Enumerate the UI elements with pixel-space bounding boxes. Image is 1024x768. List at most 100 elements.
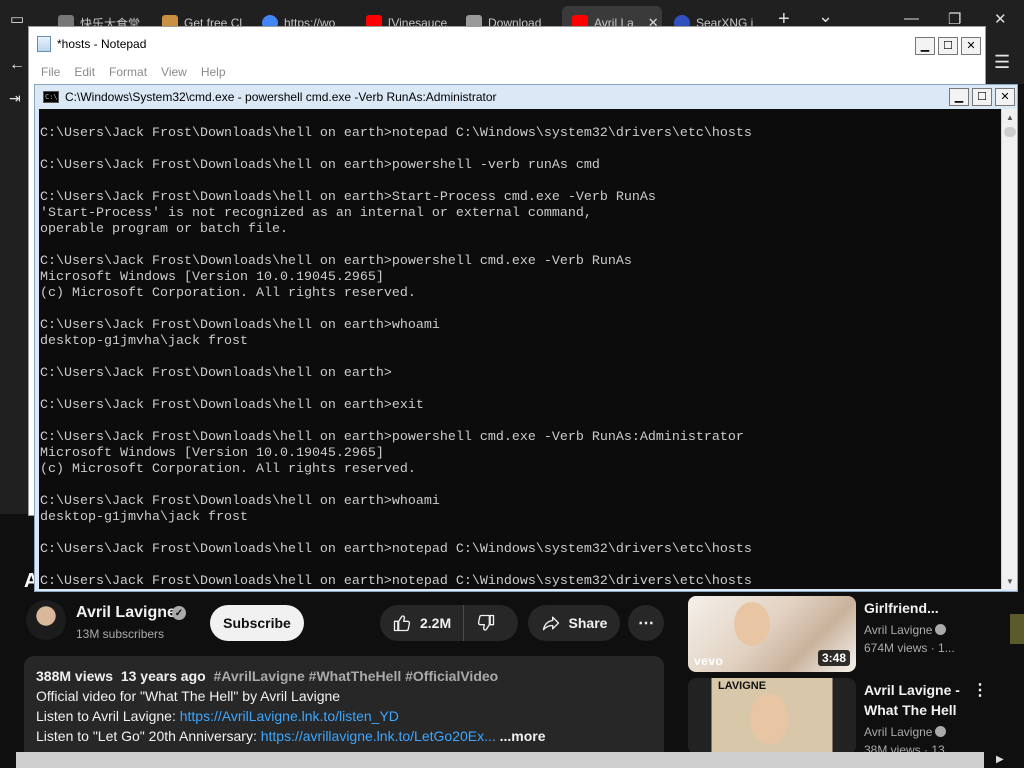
cmd-line: C:\Users\Jack Frost\Downloads\hell on ea… — [40, 494, 440, 509]
recommendation-2-title-line-1[interactable]: Avril Lavigne - — [864, 680, 960, 700]
menu-format[interactable]: Format — [109, 65, 147, 79]
scroll-thumb[interactable] — [1004, 127, 1016, 137]
subscribe-button[interactable]: Subscribe — [210, 605, 304, 641]
description-line-1: Official video for "What The Hell" by Av… — [36, 688, 341, 704]
recommendation-2-title-line-2[interactable]: What The Hell — [864, 700, 957, 720]
tab-list-icon[interactable]: ⌄ — [818, 6, 833, 27]
menu-file[interactable]: File — [41, 65, 60, 79]
thumbs-down-icon — [478, 614, 495, 631]
cmd-line — [40, 382, 752, 398]
like-dislike-group: 2.2M — [380, 605, 518, 641]
sign-in-icon[interactable]: ⇥ — [9, 90, 21, 107]
cmd-output: C:\Users\Jack Frost\Downloads\hell on ea… — [40, 110, 752, 589]
youtube-page: Avril Lavigne ✓ 13M subscribers Subscrib… — [0, 592, 1024, 768]
notepad-close-icon[interactable]: ✕ — [961, 37, 981, 55]
notepad-titlebar[interactable]: *hosts - Notepad — [29, 27, 985, 61]
verified-icon — [935, 624, 947, 635]
back-arrow-icon[interactable]: ← — [9, 56, 25, 74]
cmd-minimize-icon[interactable]: ▁ — [949, 88, 969, 106]
notepad-menubar: File Edit Format View Help — [29, 61, 985, 83]
cmd-line: operable program or batch file. — [40, 222, 288, 237]
kebab-menu-icon[interactable]: ⋮ — [972, 680, 988, 700]
cmd-line: C:\Users\Jack Frost\Downloads\hell on ea… — [40, 398, 424, 413]
cmd-line: C:\Users\Jack Frost\Downloads\hell on ea… — [40, 254, 632, 269]
scroll-up-icon[interactable]: ▲ — [1002, 109, 1018, 125]
thumbnail-face — [734, 602, 770, 646]
recommendation-2-thumbnail[interactable]: LAVIGNE — [688, 678, 856, 754]
listen-link[interactable]: https://AvrilLavigne.lnk.to/listen_YD — [180, 708, 399, 724]
cmd-line — [40, 110, 752, 126]
share-button[interactable]: Share — [528, 605, 620, 641]
cmd-window: C:\ C:\Windows\System32\cmd.exe - powers… — [34, 84, 1018, 592]
workspaces-icon[interactable]: ▭ — [10, 10, 24, 28]
menu-view[interactable]: View — [161, 65, 187, 79]
more-actions-icon[interactable]: ⋯ — [628, 605, 664, 641]
cmd-line: C:\Users\Jack Frost\Downloads\hell on ea… — [40, 318, 440, 333]
show-more-button[interactable]: ...more — [500, 728, 546, 744]
recommendation-1-channel: Avril Lavigne — [864, 623, 947, 637]
cmd-line: C:\Users\Jack Frost\Downloads\hell on ea… — [40, 542, 752, 557]
cmd-line — [40, 142, 752, 158]
desktop-screen: ▭ 快乐大食堂 Get free Cl https://wo [Vinesauc… — [0, 0, 1024, 768]
notepad-caption-buttons: ▁ ☐ ✕ — [915, 37, 981, 55]
cmd-caption-buttons: ▁ ☐ ✕ — [949, 88, 1015, 106]
cmd-line — [40, 174, 752, 190]
notepad-minimize-icon[interactable]: ▁ — [915, 37, 935, 55]
recommendation-2-channel: Avril Lavigne — [864, 725, 947, 739]
cmd-line — [40, 414, 752, 430]
cmd-line — [40, 302, 752, 318]
recommendation-1-channel-name: Avril Lavigne — [864, 623, 933, 637]
cmd-titlebar[interactable]: C:\ C:\Windows\System32\cmd.exe - powers… — [35, 85, 1017, 109]
cmd-scrollbar[interactable]: ▲ ▼ — [1001, 109, 1017, 589]
subscriber-count: 13M subscribers — [76, 627, 165, 641]
thumbs-up-icon — [393, 615, 411, 632]
recommendation-2[interactable]: LAVIGNE Avril Lavigne - What The Hell Av… — [688, 678, 1018, 758]
cmd-line: 'Start-Process' is not recognized as an … — [40, 206, 592, 221]
menu-edit[interactable]: Edit — [74, 65, 95, 79]
cmd-line: C:\Users\Jack Frost\Downloads\hell on ea… — [40, 126, 752, 141]
recommendation-1-title[interactable]: Girlfriend... — [864, 598, 939, 618]
cmd-line: (c) Microsoft Corporation. All rights re… — [40, 286, 416, 301]
share-arrow-icon — [542, 616, 559, 631]
channel-avatar[interactable] — [26, 600, 66, 640]
recommendation-1-thumbnail[interactable]: vevo 3:48 — [688, 596, 856, 672]
cmd-console[interactable]: C:\Users\Jack Frost\Downloads\hell on ea… — [39, 109, 1001, 589]
vevo-badge: vevo — [694, 654, 724, 668]
cmd-line: Microsoft Windows [Version 10.0.19045.29… — [40, 270, 384, 285]
like-count: 2.2M — [420, 615, 452, 631]
description-line-2-text: Listen to Avril Lavigne: — [36, 708, 180, 724]
browser-minimize-icon[interactable]: — — [904, 10, 919, 27]
verified-icon — [935, 726, 947, 737]
cmd-line: desktop-g1jmvha\jack frost — [40, 334, 248, 349]
browser-menu-area: ☰ — [985, 44, 1024, 84]
channel-name[interactable]: Avril Lavigne — [76, 604, 176, 622]
recommendation-1[interactable]: vevo 3:48 Girlfriend... Avril Lavigne 67… — [688, 596, 1018, 676]
browser-menu-icon[interactable]: ☰ — [994, 52, 1010, 73]
video-duration: 3:48 — [817, 650, 850, 666]
share-label: Share — [568, 615, 608, 631]
cmd-line: (c) Microsoft Corporation. All rights re… — [40, 462, 416, 477]
thumbnail-label: LAVIGNE — [718, 680, 767, 692]
horizontal-scrollbar[interactable] — [16, 752, 984, 768]
upload-age: 13 years ago — [120, 668, 206, 684]
cmd-line — [40, 526, 752, 542]
notepad-maximize-icon[interactable]: ☐ — [938, 37, 958, 55]
description-line-2: Listen to Avril Lavigne: https://AvrilLa… — [36, 706, 652, 726]
let-go-link[interactable]: https://avrillavigne.lnk.to/LetGo20Ex... — [261, 728, 496, 744]
cmd-line: desktop-g1jmvha\jack frost — [40, 510, 248, 525]
browser-close-icon[interactable]: ✕ — [994, 10, 1007, 28]
scroll-down-icon[interactable]: ▼ — [1002, 573, 1018, 589]
cmd-title: C:\Windows\System32\cmd.exe - powershell… — [65, 90, 497, 104]
cmd-line: C:\Users\Jack Frost\Downloads\hell on ea… — [40, 574, 752, 589]
menu-help[interactable]: Help — [201, 65, 226, 79]
like-button[interactable]: 2.2M — [380, 605, 465, 641]
scroll-right-icon[interactable]: ▶ — [996, 754, 1004, 765]
description-meta: 388M views 13 years ago #AvrilLavigne #W… — [36, 666, 652, 686]
cmd-line: C:\Users\Jack Frost\Downloads\hell on ea… — [40, 430, 744, 445]
cmd-line: C:\Users\Jack Frost\Downloads\hell on ea… — [40, 158, 600, 173]
hashtags[interactable]: #AvrilLavigne #WhatTheHell #OfficialVide… — [213, 668, 498, 684]
cmd-maximize-icon[interactable]: ☐ — [972, 88, 992, 106]
cmd-line: C:\Users\Jack Frost\Downloads\hell on ea… — [40, 366, 392, 381]
cmd-close-icon[interactable]: ✕ — [995, 88, 1015, 106]
dislike-button[interactable] — [464, 605, 508, 641]
